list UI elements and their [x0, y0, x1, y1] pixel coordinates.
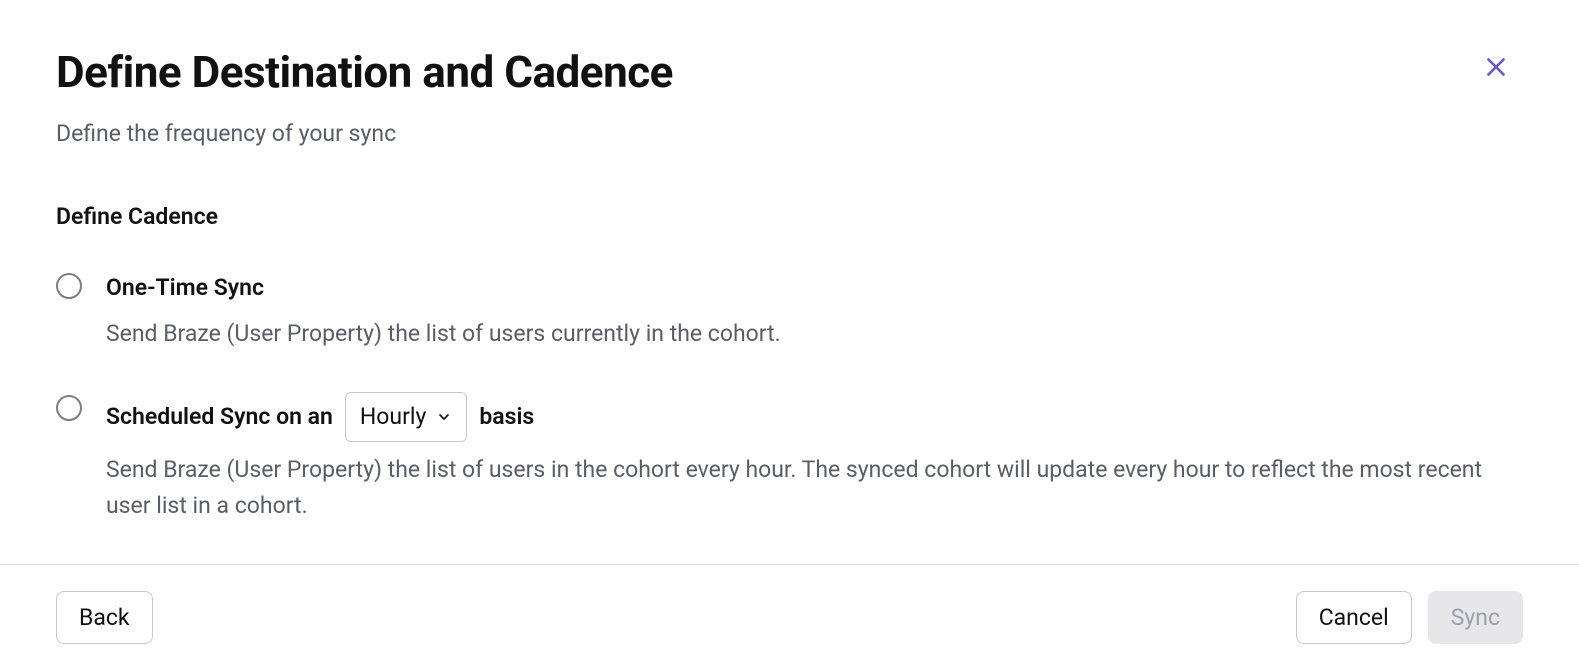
chevron-down-icon	[436, 409, 452, 425]
modal-header: Define Destination and Cadence	[56, 48, 1523, 96]
close-icon	[1483, 54, 1509, 80]
option-one-time-sync: One-Time Sync Send Braze (User Property)…	[56, 270, 1523, 352]
modal-content: Define Destination and Cadence Define th…	[0, 0, 1579, 564]
radio-one-time-sync[interactable]	[56, 273, 82, 299]
cancel-button[interactable]: Cancel	[1296, 591, 1412, 644]
section-heading: Define Cadence	[56, 203, 1523, 230]
radio-scheduled-sync[interactable]	[56, 395, 82, 421]
footer-right-group: Cancel Sync	[1296, 591, 1523, 644]
option-description-scheduled: Send Braze (User Property) the list of u…	[106, 452, 1506, 523]
back-button[interactable]: Back	[56, 591, 153, 644]
sync-button[interactable]: Sync	[1428, 591, 1523, 644]
modal-subtitle: Define the frequency of your sync	[56, 120, 1523, 147]
option-body-scheduled: Scheduled Sync on an Hourly basis Send B…	[106, 392, 1523, 523]
option-label-scheduled: Scheduled Sync on an Hourly basis	[106, 392, 1523, 442]
frequency-select[interactable]: Hourly	[345, 392, 467, 442]
define-destination-cadence-modal: Define Destination and Cadence Define th…	[0, 0, 1579, 660]
option-label-one-time: One-Time Sync	[106, 270, 1523, 306]
modal-footer: Back Cancel Sync	[0, 564, 1579, 670]
frequency-value: Hourly	[360, 401, 426, 433]
modal-title: Define Destination and Cadence	[56, 48, 673, 96]
scheduled-prefix: Scheduled Sync on an	[106, 401, 333, 433]
cadence-options: One-Time Sync Send Braze (User Property)…	[56, 270, 1523, 523]
option-scheduled-sync: Scheduled Sync on an Hourly basis Send B…	[56, 392, 1523, 523]
option-body-one-time: One-Time Sync Send Braze (User Property)…	[106, 270, 1523, 352]
close-button[interactable]	[1479, 50, 1513, 84]
option-description-one-time: Send Braze (User Property) the list of u…	[106, 316, 1506, 352]
scheduled-suffix: basis	[479, 401, 534, 433]
